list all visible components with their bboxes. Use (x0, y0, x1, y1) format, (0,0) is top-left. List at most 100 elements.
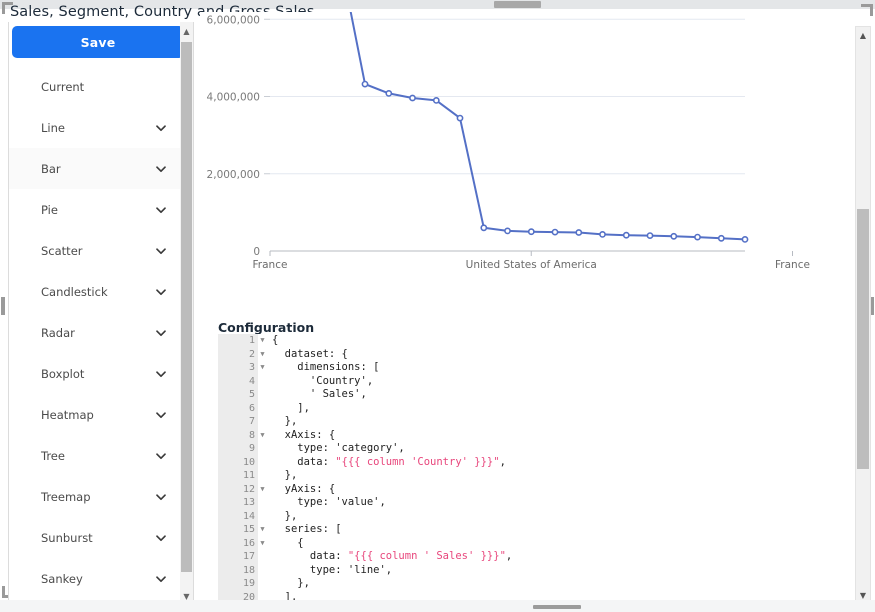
chevron-down-icon (154, 531, 168, 545)
data-point-marker[interactable] (670, 232, 678, 240)
chevron-down-icon (154, 285, 168, 299)
code-line[interactable]: 13 type: 'value', (218, 496, 845, 510)
data-point-marker[interactable] (551, 228, 559, 236)
chevron-down-icon (154, 244, 168, 258)
code-line[interactable]: 11 }, (218, 469, 845, 483)
sidebar-item-sankey[interactable]: Sankey (9, 558, 182, 599)
sidebar-item-tree[interactable]: Tree (9, 435, 182, 476)
data-point-marker[interactable] (741, 235, 749, 243)
code-line[interactable]: 16 ▼ { (218, 536, 845, 551)
line-number: 6 (218, 401, 258, 415)
code-line[interactable]: 10 data: "{{{ column 'Country' }}}", (218, 455, 845, 469)
fold-toggle-icon[interactable]: ▼ (258, 348, 267, 362)
scrollbar-thumb[interactable] (857, 209, 869, 469)
sidebar-item-label: Sankey (41, 571, 83, 586)
fold-toggle-icon[interactable]: ▼ (258, 483, 267, 497)
code-line[interactable]: 9 type: 'category', (218, 442, 845, 456)
code-line[interactable]: 12 ▼ yAxis: { (218, 482, 845, 496)
chevron-down-icon (154, 408, 168, 422)
chevron-down-icon (154, 449, 168, 463)
code-line[interactable]: 8 ▼ xAxis: { (218, 428, 845, 443)
sidebar-item-label: Treemap (41, 489, 91, 504)
code-line[interactable]: 14 }, (218, 509, 845, 523)
data-point-marker[interactable] (480, 224, 488, 232)
line-number: 2 ▼ (218, 347, 265, 361)
fold-toggle-icon[interactable]: ▼ (258, 537, 267, 551)
sidebar-item-sunburst[interactable]: Sunburst (9, 517, 182, 558)
data-point-marker[interactable] (385, 90, 393, 97)
scrollbar-thumb[interactable] (494, 1, 541, 8)
sidebar-item-heatmap[interactable]: Heatmap (9, 394, 182, 435)
sidebar-item-scatter[interactable]: Scatter (9, 230, 182, 271)
data-point-marker[interactable] (646, 232, 654, 239)
window-vertical-scrollbar[interactable]: ▲ ▼ (855, 26, 871, 606)
scrollbar-thumb[interactable] (533, 605, 581, 609)
code-line-text: { (272, 536, 304, 549)
code-line[interactable]: 19 }, (218, 577, 845, 591)
code-line[interactable]: 2 ▼ dataset: { (218, 347, 845, 361)
code-line[interactable]: 6 ], (218, 401, 845, 415)
configuration-heading: Configuration (218, 320, 315, 335)
data-point-marker[interactable] (504, 227, 511, 235)
resize-handle-left[interactable] (1, 297, 5, 315)
sidebar-item-bar[interactable]: Bar (9, 148, 182, 189)
sidebar-scrollbar-thumb[interactable] (181, 42, 192, 572)
code-line[interactable]: 4 'Country', (218, 374, 845, 388)
save-button[interactable]: Save (12, 26, 184, 58)
code-line[interactable]: 5 ' Sales', (218, 388, 845, 402)
sidebar-item-pie[interactable]: Pie (9, 189, 182, 230)
data-point-marker[interactable] (599, 230, 606, 238)
data-point-marker[interactable] (694, 233, 701, 241)
line-number: 12 ▼ (218, 482, 265, 496)
sidebar-item-candlestick[interactable]: Candlestick (9, 271, 182, 312)
sidebar-item-radar[interactable]: Radar (9, 312, 182, 353)
data-point-marker[interactable] (717, 234, 725, 242)
chevron-down-icon (154, 121, 168, 135)
y-axis-tick-label: 2,000,000 (207, 169, 260, 181)
code-line-text: { (272, 334, 279, 346)
chevron-down-icon (154, 162, 168, 176)
code-line-text: yAxis: { (272, 482, 336, 495)
code-line[interactable]: 15 ▼ series: [ (218, 523, 845, 537)
chevron-down-icon (154, 326, 168, 340)
code-line-text: }, (272, 415, 298, 427)
data-point-marker[interactable] (527, 228, 535, 236)
fold-toggle-icon[interactable]: ▼ (258, 523, 267, 537)
chevron-down-icon (154, 490, 168, 504)
sidebar-item-label: Scatter (41, 243, 83, 258)
configuration-code-editor[interactable]: 1 ▼ {2 ▼ dataset: {3 ▼ dimensions: [4 'Count… (218, 334, 845, 606)
code-line[interactable]: 18 type: 'line', (218, 563, 845, 577)
window-horizontal-scrollbar-bottom[interactable] (0, 600, 875, 612)
x-axis-tick-label: United States of America (466, 259, 597, 271)
chevron-down-icon (154, 367, 168, 381)
line-chart[interactable]: 0 2,000,000 4,000,000 6,000,000 France United… (200, 12, 845, 287)
sidebar-item-treemap[interactable]: Treemap (9, 476, 182, 517)
code-line-text: ' Sales', (272, 388, 367, 400)
data-point-marker[interactable] (361, 80, 369, 88)
sidebar-item-label: Candlestick (41, 284, 108, 299)
data-point-marker[interactable] (622, 231, 630, 239)
data-point-marker[interactable] (456, 114, 464, 122)
fold-toggle-icon[interactable]: ▼ (258, 429, 267, 443)
code-line[interactable]: 7 }, (218, 415, 845, 429)
scroll-up-arrow-icon[interactable]: ▲ (856, 29, 870, 43)
line-number: 1 ▼ (218, 334, 265, 348)
code-line[interactable]: 3 ▼ dimensions: [ (218, 361, 845, 375)
data-point-marker[interactable] (432, 97, 440, 104)
sidebar-item-line[interactable]: Line (9, 107, 182, 148)
code-line[interactable]: 17 data: "{{{ column ' Sales' }}}", (218, 550, 845, 564)
chevron-down-icon (154, 572, 168, 586)
resize-handle-top-right[interactable] (861, 4, 873, 16)
sidebar-item-boxplot[interactable]: Boxplot (9, 353, 182, 394)
data-point-marker[interactable] (575, 229, 583, 236)
line-number: 18 (218, 563, 258, 577)
sidebar-scrollbar[interactable]: ▲ ▼ (180, 22, 193, 607)
fold-toggle-icon[interactable]: ▼ (258, 334, 267, 348)
fold-toggle-icon[interactable]: ▼ (258, 361, 267, 375)
sidebar-item-label: Sunburst (41, 530, 93, 545)
scroll-up-arrow-icon[interactable]: ▲ (180, 25, 193, 39)
data-point-marker[interactable] (409, 94, 416, 102)
sidebar-item-current[interactable]: Current (9, 66, 182, 107)
code-line[interactable]: 1 ▼ { (218, 334, 845, 348)
code-line-text: }, (272, 577, 310, 589)
